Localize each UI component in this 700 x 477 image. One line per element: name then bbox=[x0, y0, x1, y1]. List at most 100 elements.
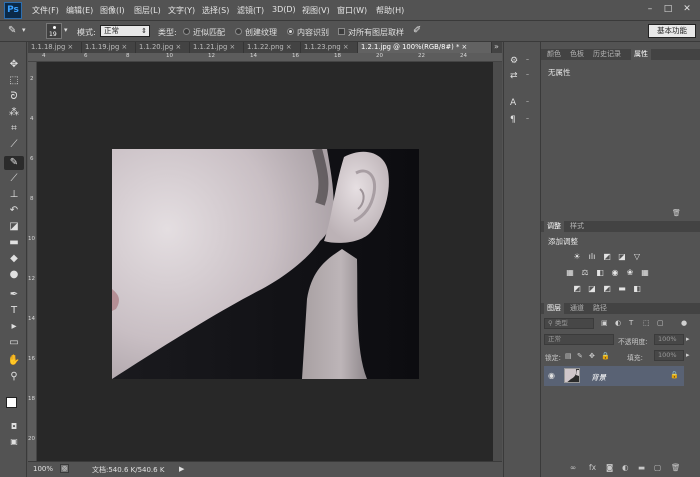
filter-shape-icon[interactable]: ⬚ bbox=[643, 319, 650, 327]
tab-history[interactable]: 历史记录 bbox=[590, 49, 624, 60]
tabs-overflow-icon[interactable]: » bbox=[494, 42, 499, 51]
hand-tool-icon[interactable]: ✋ bbox=[4, 354, 24, 368]
menu-layer[interactable]: 图层(L) bbox=[134, 5, 161, 16]
filter-pixel-icon[interactable]: ▣ bbox=[601, 319, 608, 327]
vibrance-icon[interactable]: ▽ bbox=[632, 252, 642, 261]
close-icon[interactable]: × bbox=[67, 43, 73, 51]
tab-paths[interactable]: 路径 bbox=[590, 303, 610, 314]
layer-visibility-eye-icon[interactable]: ◉ bbox=[548, 371, 555, 380]
paragraph-panel-icon[interactable]: ¶ bbox=[510, 115, 516, 125]
tab-color[interactable]: 颜色 bbox=[544, 49, 564, 60]
panel-expand-icon[interactable]: – bbox=[526, 115, 529, 122]
menu-file[interactable]: 文件(F) bbox=[32, 5, 59, 16]
layer-row-background[interactable]: ◉ 背景 🔒 bbox=[544, 366, 684, 386]
tab-properties[interactable]: 属性 bbox=[631, 49, 651, 60]
new-group-icon[interactable]: ▬ bbox=[638, 463, 645, 472]
foreground-color-swatch[interactable] bbox=[6, 397, 17, 408]
layer-name[interactable]: 背景 bbox=[591, 372, 606, 383]
gradient-map-icon[interactable]: ▬ bbox=[617, 284, 627, 293]
lock-transparent-icon[interactable]: ▤ bbox=[565, 352, 572, 360]
tab-styles[interactable]: 样式 bbox=[567, 221, 587, 232]
move-tool-icon[interactable]: ✥ bbox=[4, 58, 24, 72]
tool-preset-chevron-icon[interactable]: ▾ bbox=[22, 26, 26, 34]
minimize-icon[interactable]: – bbox=[643, 3, 657, 16]
option-proximity-match[interactable]: 近似匹配 bbox=[193, 27, 225, 38]
crop-tool-icon[interactable]: ⌗ bbox=[4, 122, 24, 136]
spot-healing-tool-icon[interactable]: ✎ bbox=[4, 156, 24, 170]
blur-tool-icon[interactable]: ◆ bbox=[4, 252, 24, 266]
zoom-tool-icon[interactable]: ⚲ bbox=[4, 370, 24, 384]
color-balance-icon[interactable]: ⚖ bbox=[580, 268, 590, 277]
menu-select[interactable]: 选择(S) bbox=[202, 5, 229, 16]
filter-type-icon[interactable]: T bbox=[629, 319, 633, 327]
doc-tab[interactable]: 1.1.23.png × bbox=[301, 42, 358, 53]
marquee-tool-icon[interactable]: ⬚ bbox=[4, 74, 24, 88]
brush-picker[interactable]: 19 bbox=[46, 23, 62, 39]
path-select-tool-icon[interactable]: ▸ bbox=[4, 320, 24, 334]
zoom-preview-icon[interactable]: ◎ bbox=[60, 464, 69, 473]
fill-field[interactable]: 100% bbox=[654, 350, 684, 361]
close-icon[interactable]: × bbox=[229, 43, 235, 51]
blend-mode-select[interactable]: 正常 bbox=[544, 334, 614, 345]
gradient-tool-icon[interactable]: ▬ bbox=[4, 236, 24, 250]
doc-tab[interactable]: 1.1.18.jpg × bbox=[28, 42, 82, 53]
type-tool-icon[interactable]: T bbox=[4, 304, 24, 318]
zoom-level[interactable]: 100% bbox=[33, 465, 53, 473]
posterize-icon[interactable]: ◪ bbox=[587, 284, 597, 293]
adjustment-layer-icon[interactable]: ◐ bbox=[622, 463, 629, 472]
menu-type[interactable]: 文字(Y) bbox=[168, 5, 195, 16]
tab-channels[interactable]: 通道 bbox=[567, 303, 587, 314]
document-image[interactable] bbox=[112, 149, 419, 379]
vertical-scrollbar[interactable] bbox=[493, 62, 502, 461]
levels-icon[interactable]: ılı bbox=[587, 252, 597, 261]
lock-all-icon[interactable]: 🔒 bbox=[601, 352, 610, 360]
delete-icon[interactable]: 🗑 bbox=[672, 209, 681, 217]
doc-tab[interactable]: 1.1.20.jpg × bbox=[136, 42, 190, 53]
brush-presets-icon[interactable]: ⚙ bbox=[510, 56, 518, 66]
lock-position-icon[interactable]: ✥ bbox=[589, 352, 595, 360]
curves-icon[interactable]: ◩ bbox=[602, 252, 612, 261]
doc-tab[interactable]: 1.1.19.jpg × bbox=[82, 42, 136, 53]
fill-slider-arrow-icon[interactable]: ▸ bbox=[686, 351, 690, 359]
panel-expand-icon[interactable]: – bbox=[526, 98, 529, 105]
doc-tab-active[interactable]: 1.2.1.jpg @ 100%(RGB/8#) * × bbox=[358, 42, 492, 53]
menu-help[interactable]: 帮助(H) bbox=[376, 5, 404, 16]
radio-content-aware[interactable] bbox=[287, 28, 294, 35]
close-icon[interactable]: × bbox=[286, 43, 292, 51]
black-white-icon[interactable]: ◧ bbox=[595, 268, 605, 277]
eraser-tool-icon[interactable]: ◪ bbox=[4, 220, 24, 234]
layer-style-fx-icon[interactable]: fx bbox=[589, 463, 596, 472]
close-icon[interactable]: ✕ bbox=[680, 3, 694, 16]
magic-wand-tool-icon[interactable]: ⁂ bbox=[4, 106, 24, 120]
close-icon[interactable]: × bbox=[462, 43, 468, 51]
quick-mask-icon[interactable]: ◘ bbox=[4, 420, 24, 434]
panel-expand-icon[interactable]: – bbox=[526, 71, 529, 78]
close-icon[interactable]: × bbox=[343, 43, 349, 51]
close-icon[interactable]: × bbox=[121, 43, 127, 51]
link-layers-icon[interactable]: ∞ bbox=[570, 463, 576, 472]
filter-smart-object-icon[interactable]: ▢ bbox=[657, 319, 664, 327]
opacity-field[interactable]: 100% bbox=[654, 334, 684, 345]
brightness-icon[interactable]: ☀ bbox=[572, 252, 582, 261]
lock-pixels-icon[interactable]: ✎ bbox=[577, 352, 583, 360]
pressure-size-icon[interactable]: ✐ bbox=[413, 25, 421, 36]
radio-proximity-match[interactable] bbox=[183, 28, 190, 35]
clone-stamp-tool-icon[interactable]: ⊥ bbox=[4, 188, 24, 202]
menu-image[interactable]: 图像(I) bbox=[100, 5, 125, 16]
menu-3d[interactable]: 3D(D) bbox=[272, 5, 296, 14]
layer-mask-icon[interactable]: ◙ bbox=[606, 463, 613, 472]
mode-select[interactable]: 正常 bbox=[100, 25, 150, 37]
filter-toggle-icon[interactable]: ● bbox=[681, 319, 687, 327]
close-icon[interactable]: × bbox=[175, 43, 181, 51]
history-brush-tool-icon[interactable]: ↶ bbox=[4, 204, 24, 218]
threshold-icon[interactable]: ◩ bbox=[602, 284, 612, 293]
menu-edit[interactable]: 编辑(E) bbox=[66, 5, 93, 16]
shape-tool-icon[interactable]: ▭ bbox=[4, 336, 24, 350]
color-lookup-icon[interactable]: ▦ bbox=[640, 268, 650, 277]
option-content-aware[interactable]: 内容识别 bbox=[297, 27, 329, 38]
tab-swatches[interactable]: 色板 bbox=[567, 49, 587, 60]
sample-all-layers-checkbox[interactable] bbox=[338, 28, 345, 35]
lasso-tool-icon[interactable]: ᘐ bbox=[4, 90, 24, 104]
restore-icon[interactable]: □ bbox=[661, 3, 675, 16]
channel-mixer-icon[interactable]: ❀ bbox=[625, 268, 635, 277]
